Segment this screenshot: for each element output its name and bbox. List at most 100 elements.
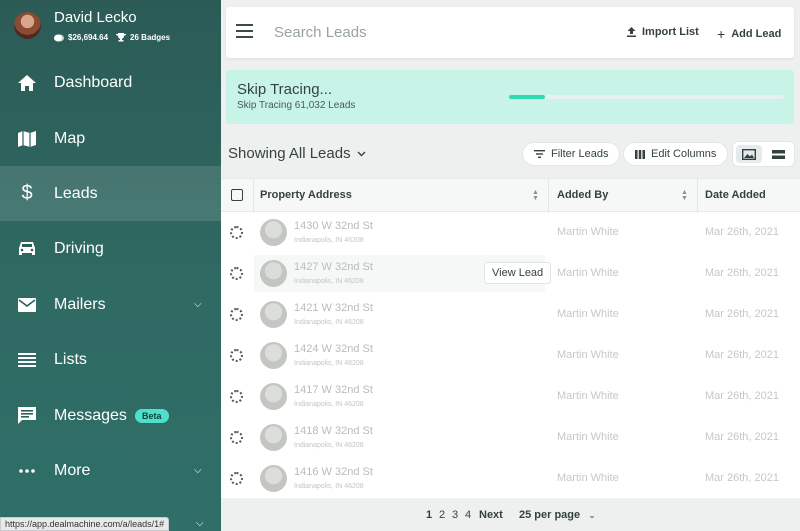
sidebar-item-lists[interactable]: Lists: [0, 332, 221, 387]
table-view-button[interactable]: [765, 145, 791, 163]
per-page-select[interactable]: 25 per page ⌄: [519, 509, 596, 521]
table-row[interactable]: 1416 W 32nd St Indianapolis, IN 46208 Ma…: [221, 458, 800, 498]
chat-icon: [17, 406, 37, 426]
sidebar-item-leads[interactable]: $ Leads: [0, 166, 221, 221]
property-city: Indianapolis, IN 46208: [294, 237, 364, 244]
date-added-cell: Mar 26th, 2021: [705, 472, 779, 484]
loading-icon: [230, 472, 243, 485]
import-list-button[interactable]: Import List: [627, 26, 699, 38]
chevron-down-icon: ⌄: [588, 510, 596, 520]
add-lead-button[interactable]: + Add Lead: [717, 26, 781, 42]
date-added-cell: Mar 26th, 2021: [705, 349, 779, 361]
table-header: Property Address ▲ ▼ Added By ▲ ▼ Date Add…: [221, 178, 800, 213]
sidebar-item-driving[interactable]: Driving: [0, 221, 221, 276]
sidebar-item-label: Lists: [54, 350, 87, 368]
column-divider[interactable]: [548, 179, 549, 213]
menu-icon[interactable]: [236, 24, 253, 38]
leads-table: Property Address ▲ ▼ Added By ▲ ▼ Date Add…: [221, 178, 800, 498]
rows-icon: [771, 149, 785, 159]
sidebar: David Lecko $26,694.64 26 Badges Dashboa…: [0, 0, 221, 531]
column-header-date-added[interactable]: Date Added: [705, 189, 766, 201]
table-row[interactable]: 1418 W 32nd St Indianapolis, IN 46208 Ma…: [221, 417, 800, 458]
search-input[interactable]: [274, 21, 594, 43]
plus-icon: +: [717, 26, 726, 42]
date-added-cell: Mar 26th, 2021: [705, 431, 779, 443]
property-thumbnail: [260, 260, 287, 287]
page-link-3[interactable]: 3: [452, 509, 458, 521]
added-by-cell: Martin White: [557, 349, 619, 361]
image-icon: [742, 148, 756, 160]
table-row[interactable]: 1424 W 32nd St Indianapolis, IN 46208 Ma…: [221, 335, 800, 376]
banner-title: Skip Tracing...: [237, 81, 333, 98]
edit-columns-button[interactable]: Edit Columns: [623, 142, 729, 166]
list-icon: [17, 350, 37, 370]
column-divider: [253, 179, 254, 213]
loading-icon: [230, 390, 243, 403]
column-header-added-by[interactable]: Added By: [557, 189, 608, 201]
trophy-icon: [116, 33, 127, 42]
table-row[interactable]: 1427 W 32nd St Indianapolis, IN 46208 Vi…: [221, 253, 800, 294]
added-by-cell: Martin White: [557, 226, 619, 238]
next-page-button[interactable]: Next: [479, 509, 503, 521]
sidebar-item-more[interactable]: More ⌵: [0, 443, 221, 498]
photo-view-button[interactable]: [736, 145, 762, 163]
sidebar-item-label: Mailers: [54, 295, 106, 313]
chevron-down-icon[interactable]: ⌵: [194, 465, 202, 476]
add-lead-label: Add Lead: [731, 28, 782, 40]
lead-view-dropdown[interactable]: Showing All Leads: [228, 145, 366, 162]
view-toggle: [732, 141, 795, 167]
select-all-checkbox[interactable]: [231, 189, 243, 201]
badges-value: 26 Badges: [130, 33, 171, 42]
property-address: 1417 W 32nd St: [294, 384, 373, 396]
sidebar-item-messages[interactable]: Messages Beta: [0, 388, 221, 443]
sort-icon[interactable]: ▲ ▼: [681, 189, 688, 202]
table-row[interactable]: 1421 W 32nd St Indianapolis, IN 46208 Ma…: [221, 294, 800, 335]
mail-icon: [17, 295, 37, 315]
page-link-4[interactable]: 4: [465, 509, 471, 521]
avatar[interactable]: [14, 12, 41, 39]
page-link-1[interactable]: 1: [426, 509, 432, 521]
property-thumbnail: [260, 301, 287, 328]
status-url-tooltip: https://app.dealmachine.com/a/leads/1#: [0, 517, 170, 531]
chevron-down-icon[interactable]: ⌵: [196, 518, 204, 529]
date-added-cell: Mar 26th, 2021: [705, 226, 779, 238]
sidebar-item-dashboard[interactable]: Dashboard: [0, 55, 221, 110]
map-icon: [17, 129, 37, 149]
loading-icon: [230, 431, 243, 444]
filter-leads-button[interactable]: Filter Leads: [522, 142, 621, 166]
page-link-2[interactable]: 2: [439, 509, 445, 521]
property-thumbnail: [260, 219, 287, 246]
coin-icon: [54, 34, 64, 41]
added-by-cell: Martin White: [557, 390, 619, 402]
import-list-label: Import List: [642, 26, 699, 38]
column-divider[interactable]: [697, 179, 698, 213]
per-page-label: 25 per page: [519, 509, 581, 521]
property-thumbnail: [260, 465, 287, 492]
showing-label: Showing All Leads: [228, 145, 351, 162]
chevron-down-icon[interactable]: ⌵: [194, 299, 202, 310]
loading-icon: [230, 308, 243, 321]
progress-fill: [509, 95, 545, 99]
upload-icon: [627, 27, 636, 37]
property-city: Indianapolis, IN 46208: [294, 278, 364, 285]
dollar-icon: $: [21, 182, 33, 204]
badges-stat: 26 Badges: [116, 33, 170, 42]
property-address: 1421 W 32nd St: [294, 302, 373, 314]
sort-icon[interactable]: ▲ ▼: [532, 189, 539, 202]
sidebar-item-label: Messages: [54, 406, 127, 424]
sidebar-item-map[interactable]: Map: [0, 111, 221, 166]
property-city: Indianapolis, IN 46208: [294, 401, 364, 408]
table-row[interactable]: 1417 W 32nd St Indianapolis, IN 46208 Ma…: [221, 376, 800, 417]
user-profile[interactable]: David Lecko $26,694.64 26 Badges: [0, 0, 221, 54]
skip-tracing-banner: Skip Tracing... Skip Tracing 61,032 Lead…: [226, 70, 794, 124]
property-thumbnail: [260, 424, 287, 451]
sidebar-item-label: Dashboard: [54, 73, 133, 91]
progress-bar: [509, 95, 784, 99]
sidebar-item-mailers[interactable]: Mailers ⌵: [0, 277, 221, 332]
property-city: Indianapolis, IN 46208: [294, 319, 364, 326]
date-added-cell: Mar 26th, 2021: [705, 267, 779, 279]
view-lead-button[interactable]: View Lead: [484, 262, 552, 284]
user-stats: $26,694.64 26 Badges: [54, 33, 170, 42]
table-row[interactable]: 1430 W 32nd St Indianapolis, IN 46208 Ma…: [221, 212, 800, 253]
column-header-address[interactable]: Property Address: [260, 189, 352, 201]
